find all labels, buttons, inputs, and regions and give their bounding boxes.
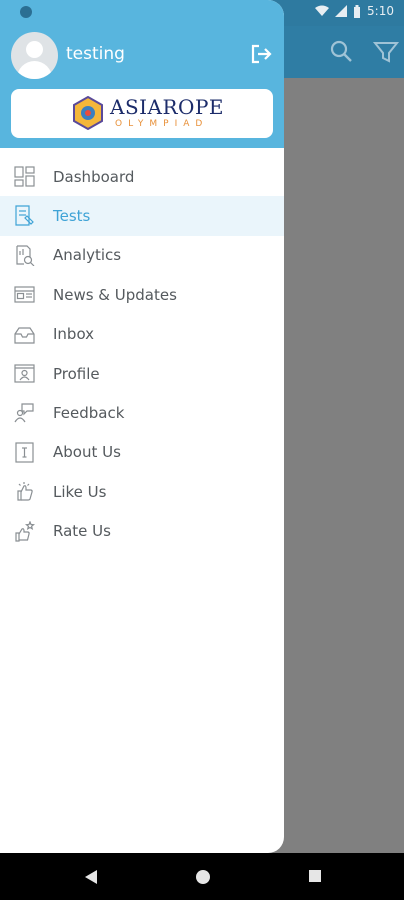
menu-label: Like Us <box>53 482 107 501</box>
menu-item-rate[interactable]: Rate Us <box>0 512 284 551</box>
wifi-icon <box>315 5 330 16</box>
username: testing <box>66 44 125 64</box>
feedback-icon <box>14 403 34 423</box>
logo-subtitle: OLYMPIAD <box>115 119 209 129</box>
filter-icon[interactable] <box>372 38 400 66</box>
menu-label: Feedback <box>53 404 125 423</box>
rate-icon <box>15 520 35 542</box>
notification-dot-icon <box>20 6 32 18</box>
dashboard-icon <box>14 166 35 187</box>
menu-item-about[interactable]: About Us <box>0 433 284 472</box>
navigation-drawer: testing ASIAROPE OLYMPIAD Dashboard Test… <box>0 0 284 853</box>
logout-icon[interactable] <box>250 44 272 64</box>
tests-icon <box>15 205 34 226</box>
inbox-icon <box>14 326 35 344</box>
status-icons: 5:10 <box>315 4 394 18</box>
menu-item-dashboard[interactable]: Dashboard <box>0 157 284 196</box>
system-nav-bar <box>0 853 404 900</box>
drawer-header: testing ASIAROPE OLYMPIAD <box>0 0 284 148</box>
status-time: 5:10 <box>367 4 394 18</box>
menu-item-like[interactable]: Like Us <box>0 472 284 511</box>
menu-label: Dashboard <box>53 167 135 186</box>
home-icon[interactable] <box>195 869 211 885</box>
menu-item-analytics[interactable]: Analytics <box>0 236 284 275</box>
menu-item-news[interactable]: News & Updates <box>0 275 284 314</box>
analytics-icon <box>16 245 35 266</box>
menu-label: News & Updates <box>53 285 177 304</box>
back-icon[interactable] <box>84 869 98 885</box>
menu-item-profile[interactable]: Profile <box>0 354 284 393</box>
menu-label: Analytics <box>53 246 122 265</box>
logo-emblem-icon <box>73 96 103 130</box>
battery-icon <box>354 4 361 18</box>
news-icon <box>14 286 35 303</box>
menu-label: About Us <box>53 443 121 462</box>
menu-label: Inbox <box>53 325 95 344</box>
menu-item-feedback[interactable]: Feedback <box>0 393 284 432</box>
recents-icon[interactable] <box>308 869 322 883</box>
menu-item-tests[interactable]: Tests <box>0 196 284 236</box>
drawer-menu: Dashboard Tests Analytics News & Updates… <box>0 157 284 551</box>
menu-item-inbox[interactable]: Inbox <box>0 315 284 354</box>
logo-card: ASIAROPE OLYMPIAD <box>11 89 273 138</box>
avatar[interactable] <box>11 32 58 79</box>
signal-icon <box>335 5 348 17</box>
search-icon[interactable] <box>328 38 356 66</box>
logo-title: ASIAROPE <box>110 95 224 119</box>
menu-label: Profile <box>53 364 100 383</box>
menu-label: Tests <box>53 207 91 226</box>
like-icon <box>17 482 33 501</box>
menu-label: Rate Us <box>53 522 111 541</box>
about-icon <box>15 442 34 463</box>
profile-icon <box>14 364 35 383</box>
